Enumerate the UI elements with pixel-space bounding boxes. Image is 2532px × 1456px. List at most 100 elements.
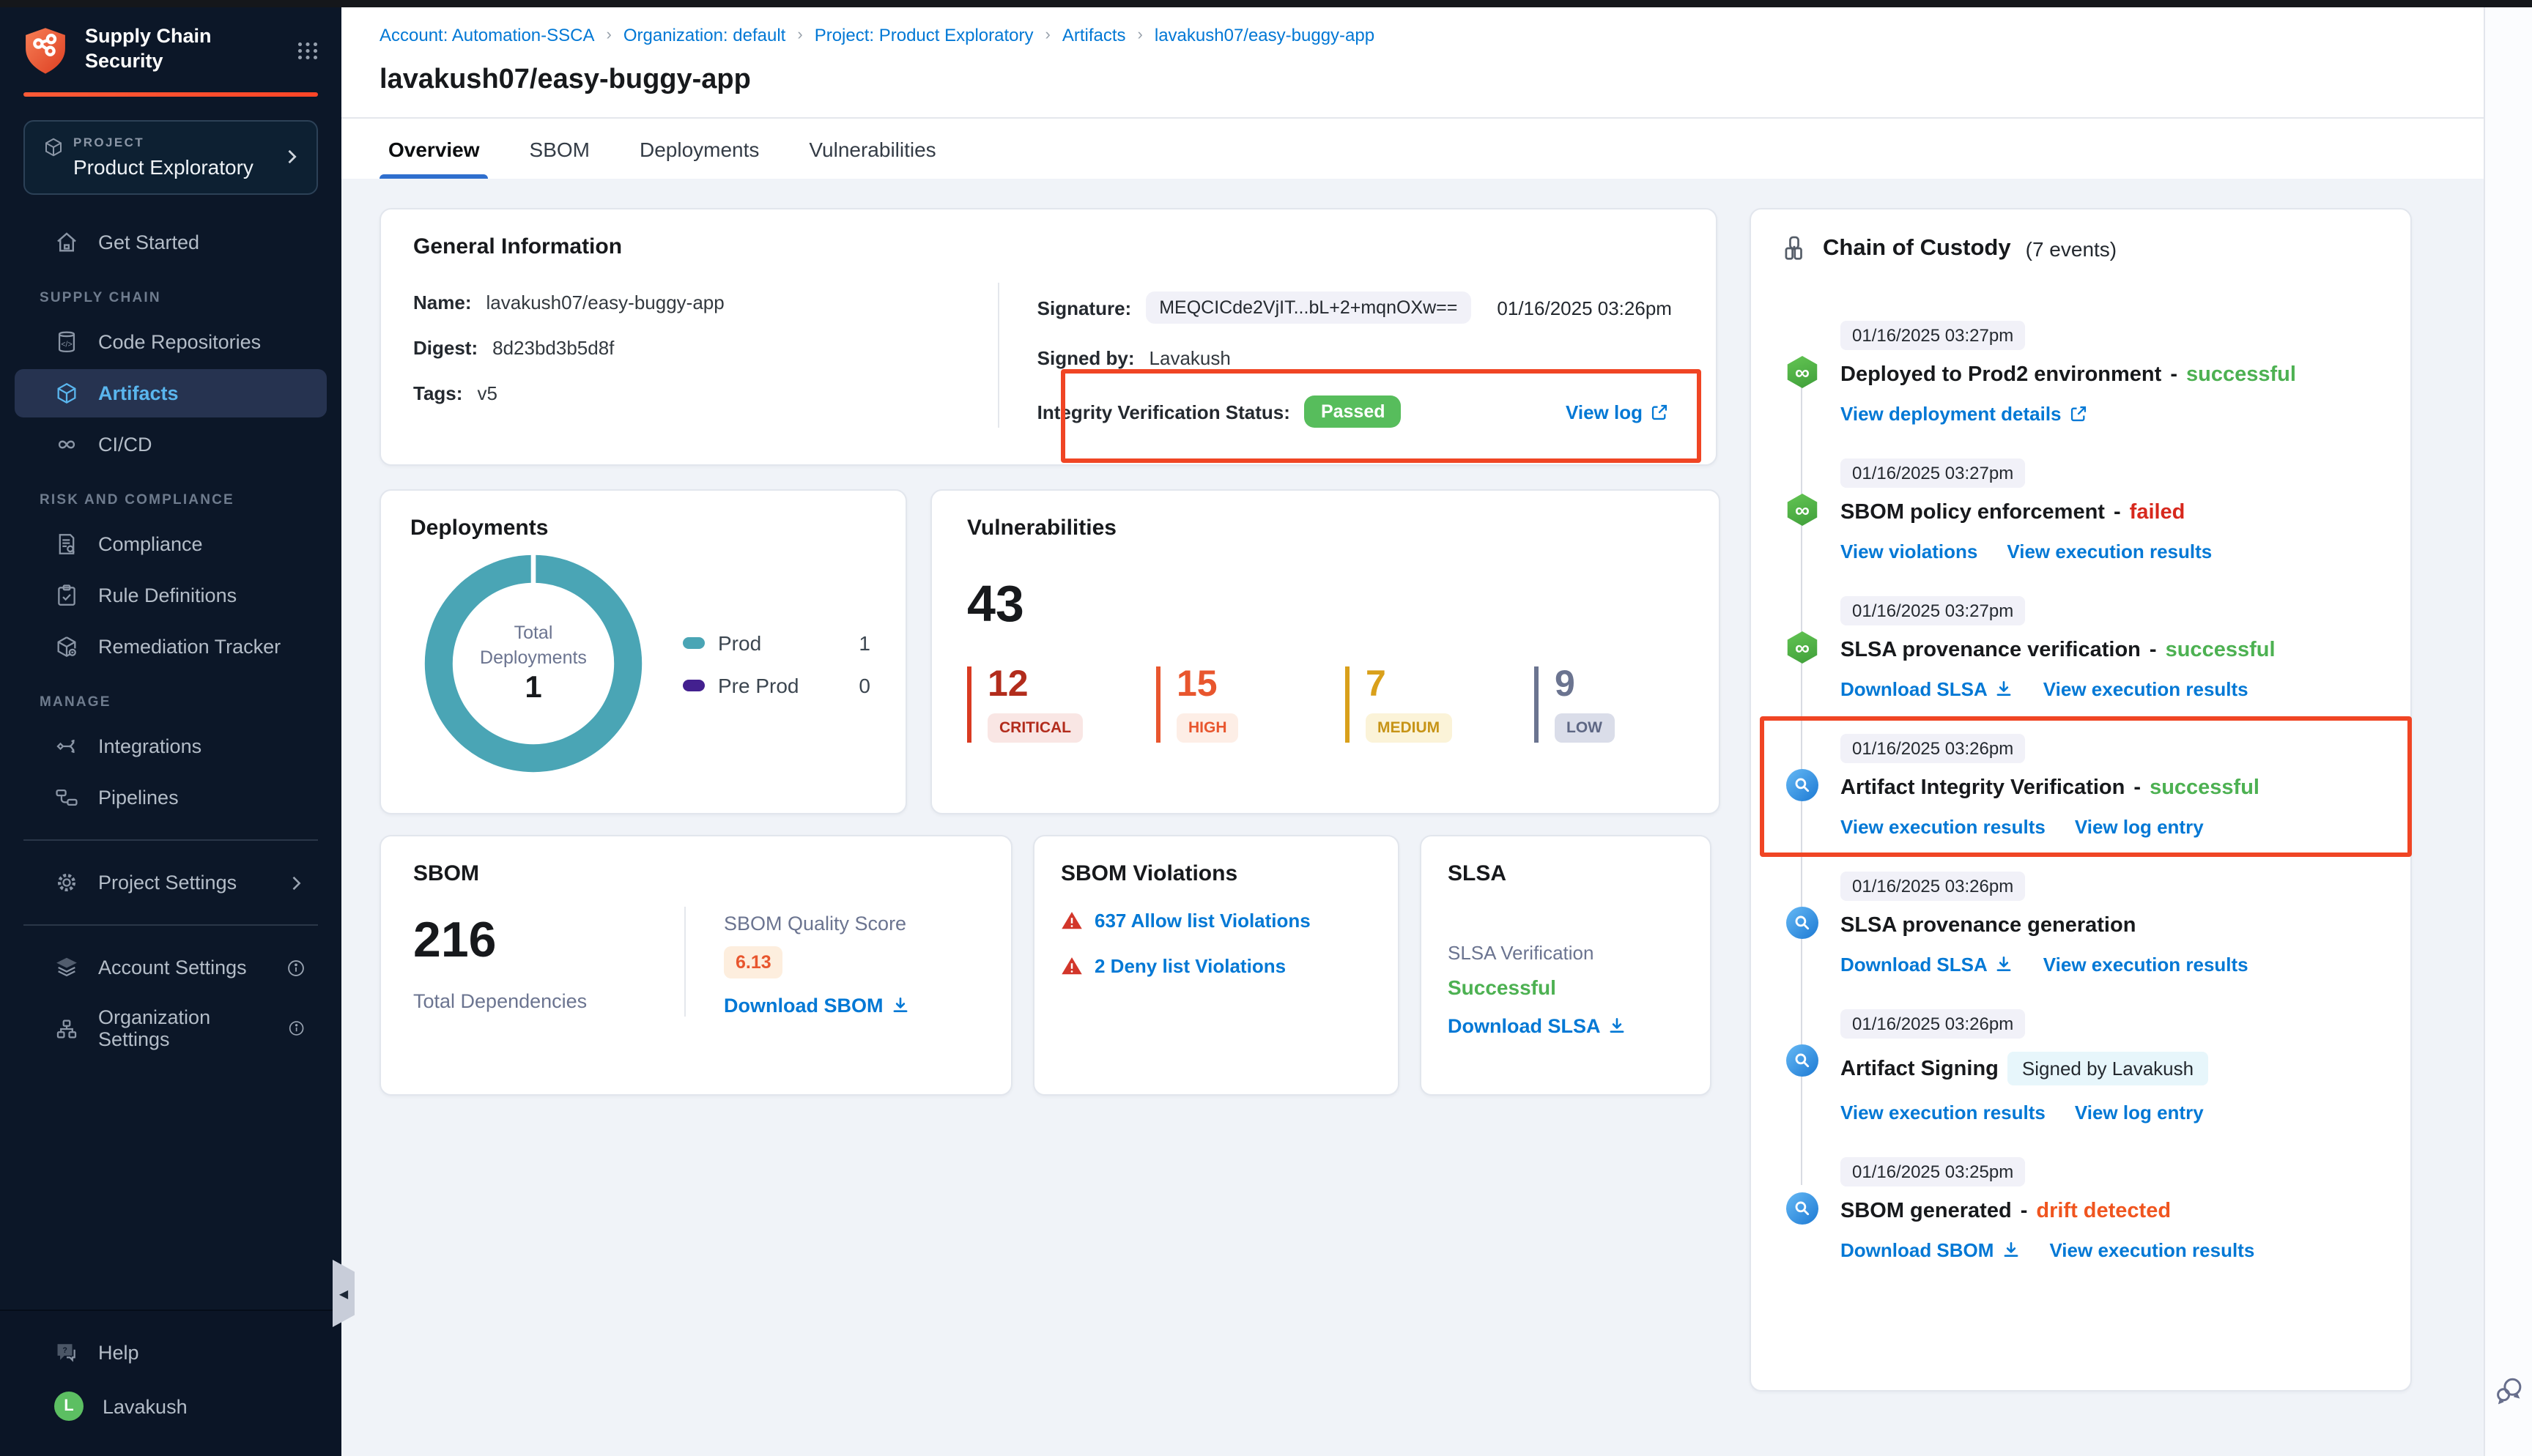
sidebar-item-get-started[interactable]: Get Started [15,218,327,267]
sidebar-item-remediation-tracker[interactable]: Remediation Tracker [15,623,327,671]
sidebar-item-rule-definitions[interactable]: Rule Definitions [15,571,327,620]
tab-vulnerabilities[interactable]: Vulnerabilities [806,119,939,179]
section-risk-and-compliance: RISK AND COMPLIANCE [0,472,341,517]
project-selector[interactable]: PROJECT Product Exploratory [23,120,318,195]
breadcrumb-account[interactable]: Account: Automation-SSCA [380,25,595,45]
event-links: View execution results View log entry [1840,816,2381,838]
sidebar-item-artifacts[interactable]: Artifacts [15,369,327,417]
chain-of-custody-card: Chain of Custody (7 events) ∞01/16/2025 … [1750,208,2412,1392]
tab-overview[interactable]: Overview [385,119,483,179]
view-violations-link[interactable]: View violations [1840,541,1977,562]
sidebar-item-pipelines[interactable]: Pipelines [15,773,327,822]
signature-label: Signature: [1037,297,1132,319]
sidebar-item-code-repositories[interactable]: </> Code Repositories [15,318,327,366]
download-icon [891,996,910,1015]
timeline-event: 01/16/2025 03:25pmSBOM generated-drift d… [1786,1157,2381,1261]
sidebar-item-integrations[interactable]: Integrations [15,722,327,770]
sbom-total-dependencies-label: Total Dependencies [413,990,684,1012]
sidebar-divider [23,924,318,926]
section-supply-chain: SUPPLY CHAIN [0,270,341,315]
tab-deployments[interactable]: Deployments [637,119,762,179]
view-execution-results-link[interactable]: View execution results [2043,678,2248,700]
supply-chain-security-logo-icon [21,25,70,75]
sidebar-item-label: Organization Settings [98,1006,269,1050]
sidebar-item-organization-settings[interactable]: Organization Settings [15,995,327,1062]
app-title: Supply Chain Security [85,25,280,75]
sidebar-item-label: Help [98,1342,139,1364]
download-icon [1995,680,2014,699]
tab-sbom[interactable]: SBOM [527,119,593,179]
breadcrumb-organization[interactable]: Organization: default [623,25,786,45]
breadcrumb-project[interactable]: Project: Product Exploratory [815,25,1034,45]
download-sbom-link[interactable]: Download SBOM [724,995,910,1017]
sidebar-item-label: Account Settings [98,957,247,978]
sidebar-divider [23,839,318,841]
pipeline-step-icon: ∞ [1786,631,1818,664]
event-status: successful [2150,776,2259,800]
tab-bar: Overview SBOM Deployments Vulnerabilitie… [380,119,2484,179]
download-sbom-link[interactable]: Download SBOM [1840,1239,2020,1261]
info-icon[interactable] [288,1018,306,1039]
card-title: SLSA [1448,861,1684,886]
sidebar-item-label: Compliance [98,533,203,555]
card-title: SBOM Violations [1061,861,1372,886]
project-cube-icon [42,135,64,157]
right-rail [2484,7,2532,1456]
legend-value: 1 [859,631,870,654]
timeline-event: 01/16/2025 03:26pmSLSA provenance genera… [1786,872,2381,976]
view-log-link[interactable]: View log [1566,401,1684,423]
slsa-card: SLSA SLSA Verification Successful Downlo… [1420,835,1711,1096]
window-top-strip [0,0,2532,7]
org-chart-icon [54,1016,79,1041]
scan-step-icon [1786,769,1818,801]
download-slsa-link[interactable]: Download SLSA [1840,678,2014,700]
view-execution-results-link[interactable]: View execution results [1840,1102,2046,1123]
download-slsa-link[interactable]: Download SLSA [1840,954,2014,976]
vulnerabilities-total: 43 [967,576,1684,634]
project-name: Product Exploratory [73,155,253,179]
card-title: General Information [413,234,1684,259]
general-information-card: General Information Name: lavakush07/easy… [380,208,1717,466]
view-log-entry-link[interactable]: View log entry [2075,816,2204,838]
sidebar-user[interactable]: L Lavakush [15,1380,327,1433]
sbom-total-dependencies-value: 216 [413,913,684,970]
info-icon[interactable] [286,957,306,978]
sidebar-item-compliance[interactable]: Compliance [15,520,327,568]
code-repository-icon: </> [54,330,79,354]
sidebar-item-cicd[interactable]: CI/CD [15,420,327,469]
allow-list-violations-link[interactable]: 637 Allow list Violations [1095,910,1311,932]
view-execution-results-link[interactable]: View execution results [2007,541,2212,562]
timeline-event: ∞01/16/2025 03:27pmSLSA provenance verif… [1786,596,2381,700]
name-value: lavakush07/easy-buggy-app [486,291,725,313]
view-execution-results-link[interactable]: View execution results [2043,954,2248,976]
svg-text:</>: </> [61,340,72,349]
sidebar-item-account-settings[interactable]: Account Settings [15,943,327,992]
severity-high: 15 HIGH [1156,666,1306,743]
pipeline-step-icon: ∞ [1786,356,1818,388]
sidebar-item-project-settings[interactable]: Project Settings [15,858,327,907]
integrity-status-badge: Passed [1305,395,1402,428]
app-switcher-grid-icon[interactable] [295,37,321,63]
signed-by-value: Lavakush [1150,347,1231,369]
chevron-right-icon [286,872,306,893]
view-deployment-details-link[interactable]: View deployment details [1840,403,2088,425]
view-execution-results-link[interactable]: View execution results [2049,1239,2254,1261]
legend-value: 0 [859,673,870,697]
section-manage: MANAGE [0,674,341,719]
remediation-box-icon [54,634,79,659]
view-log-entry-link[interactable]: View log entry [2075,1102,2204,1123]
support-chat-icon[interactable] [2494,1375,2525,1406]
document-search-icon [54,532,79,557]
event-links: Download SLSA View execution results [1840,954,2381,976]
signature-date: 01/16/2025 03:26pm [1497,297,1684,319]
breadcrumb-artifacts[interactable]: Artifacts [1062,25,1126,45]
svg-text:?: ? [62,1346,67,1355]
breadcrumb-current[interactable]: lavakush07/easy-buggy-app [1155,25,1374,45]
download-slsa-link[interactable]: Download SLSA [1448,1015,1684,1037]
sidebar-item-help[interactable]: ? Help [15,1329,327,1377]
view-execution-results-link[interactable]: View execution results [1840,816,2046,838]
sidebar-item-label: Get Started [98,231,199,253]
sbom-quality-score-value: 6.13 [724,946,783,978]
name-label: Name: [413,291,472,313]
deny-list-violations-link[interactable]: 2 Deny list Violations [1095,955,1286,977]
